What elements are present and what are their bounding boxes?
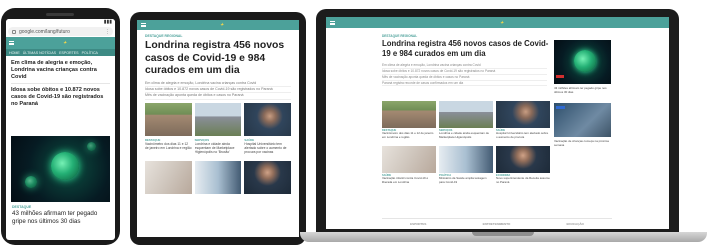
phone-device: ▮▮▮ google.com/lang/futuro ⋮ ✦ Home Últi… [1, 8, 120, 245]
card-title: Londrina e cidade ainda esquentam de Mar… [439, 132, 489, 139]
card-image [439, 146, 493, 173]
site-logo[interactable]: ✦ [500, 20, 504, 26]
main-headline[interactable]: Londrina registra 456 novos casos de Cov… [145, 40, 291, 78]
card-title: Hospital Universitário tem alertado sobr… [496, 132, 549, 139]
laptop-device: ✦ Destaque regional Londrina registra 45… [316, 9, 679, 233]
caption-headline[interactable]: 43 milhões afirmam ter pegado gripe nos … [12, 210, 110, 225]
news-card-grid: Destaque Vacinômetro dos dias 11 e 12 de… [382, 101, 550, 188]
card-image [145, 160, 192, 194]
card-title: Hospital Universitário tem alertado sobr… [244, 141, 287, 155]
card-image [244, 160, 291, 194]
section-link-education[interactable]: Educação [567, 222, 584, 226]
menu-icon[interactable] [141, 23, 146, 27]
menu-icon[interactable] [330, 20, 335, 25]
headline-link[interactable]: Idosa sobe óbitos e 10.872 novos casos d… [11, 87, 110, 107]
laptop-notch [472, 232, 534, 236]
laptop-site-header: ✦ [326, 17, 669, 28]
news-card[interactable]: Serviços Londrina e cidade ainda esquent… [194, 102, 242, 158]
tablet-screen: ✦ Destaque regional Londrina registra 45… [137, 20, 299, 237]
nav-item-latest[interactable]: Últimas notícias [23, 51, 56, 55]
tablet-article: Destaque regional Londrina registra 456 … [137, 30, 299, 194]
site-logo[interactable]: ✦ [63, 40, 67, 46]
news-card[interactable]: Saúde Hospital Universitário tem alertad… [244, 102, 291, 158]
section-link-sports[interactable]: Esportes [410, 222, 426, 226]
card-title: Vacinômetro dos dias 11 e 12 de janeiro … [382, 132, 434, 139]
address-text: google.com/lang/futuro [19, 28, 70, 35]
news-card[interactable]: Saúde Vacinação infantil contra Covid-19… [382, 146, 436, 188]
phone-article-list: Em clima de alegria e emoção, Londrina v… [6, 56, 115, 112]
phone-status-bar: ▮▮▮ [6, 19, 115, 26]
signal-icon: ▮▮▮ [103, 19, 112, 25]
section-links: Esportes Entretenimento Educação [382, 218, 612, 226]
card-title: Ministério da Saúde amplia testagem para… [439, 177, 487, 184]
phone-screen: ▮▮▮ google.com/lang/futuro ⋮ ✦ Home Últi… [6, 19, 115, 240]
virus-particle [25, 176, 37, 188]
card-image [382, 101, 436, 128]
virus-particle [574, 50, 596, 72]
virus-particle [87, 142, 96, 151]
news-card[interactable]: Saúde Hospital Universitário tem alertad… [496, 101, 550, 143]
card-image [145, 102, 192, 136]
virus-image[interactable] [11, 136, 110, 202]
tablet-device: ✦ Destaque regional Londrina registra 45… [130, 12, 306, 245]
news-card[interactable]: Economia Novo superintendente da Receita… [496, 146, 550, 188]
news-card[interactable]: Destaque Vacinômetro dos dias 11 e 12 de… [382, 101, 436, 143]
sidebar-image[interactable] [554, 103, 611, 137]
breaking-badge [556, 75, 564, 78]
card-image [194, 102, 242, 136]
card-image [244, 102, 291, 136]
card-image [496, 146, 550, 173]
card-title: Vacinação infantil contra Covid-19 é lib… [382, 177, 429, 184]
address-bar[interactable]: google.com/lang/futuro ⋮ [8, 27, 113, 36]
virus-particle [51, 152, 79, 180]
related-link[interactable]: Mês de vacinação aponta queda de óbitos … [145, 93, 291, 100]
category-badge [556, 106, 565, 109]
news-card[interactable] [194, 160, 242, 194]
main-headline[interactable]: Londrina registra 456 novos casos de Cov… [382, 39, 550, 60]
laptop-screen: ✦ Destaque regional Londrina registra 45… [326, 17, 669, 229]
divider [11, 83, 110, 85]
related-links: Em clima de alegria e emoção, Londrina v… [145, 81, 291, 100]
news-card[interactable] [244, 160, 291, 194]
nav-item-home[interactable]: Home [9, 51, 20, 55]
news-card[interactable] [145, 160, 192, 194]
news-card[interactable]: Destaque Vacinômetro dos dias 11 e 12 de… [145, 102, 192, 158]
laptop-sidebar: 43 milhões afirmam ter pegado gripe nos … [554, 40, 611, 152]
card-image [382, 146, 436, 173]
tabs-icon[interactable]: ⋮ [105, 29, 110, 35]
category-tag: Destaque regional [145, 34, 183, 38]
news-card[interactable]: Política Ministério da Saúde amplia test… [439, 146, 493, 188]
tablet-site-header: ✦ [137, 20, 299, 30]
sidebar-caption[interactable]: Vacinação de crianças começa na próxima … [554, 139, 611, 152]
news-card-grid: Destaque Vacinômetro dos dias 11 e 12 de… [145, 102, 291, 194]
phone-category-nav: Home Últimas notícias Esportes Política [6, 49, 115, 56]
caption-tag: Destaque [12, 205, 32, 209]
section-link-entertainment[interactable]: Entretenimento [483, 222, 511, 226]
card-image [194, 160, 242, 194]
phone-speaker [46, 13, 74, 16]
news-card[interactable]: Serviços Londrina e cidade ainda esquent… [439, 101, 493, 143]
related-link[interactable]: Paraná registra recorde de casos confirm… [382, 81, 547, 87]
nav-item-sports[interactable]: Esportes [59, 51, 79, 55]
virus-image[interactable] [554, 40, 611, 84]
nav-item-politics[interactable]: Política [82, 51, 98, 55]
card-image [439, 101, 493, 128]
device-mockup-stage: ▮▮▮ google.com/lang/futuro ⋮ ✦ Home Últi… [0, 0, 708, 247]
menu-icon[interactable] [9, 41, 14, 45]
card-image [496, 101, 550, 128]
card-title: Vacinômetro dos dias 11 e 12 de janeiro … [145, 141, 192, 150]
category-tag: Destaque regional [382, 34, 418, 38]
site-logo[interactable]: ✦ [220, 22, 224, 28]
headline-link[interactable]: Em clima de alegria e emoção, Londrina v… [11, 60, 110, 80]
card-title: Londrina e cidade ainda esquentam de Mar… [194, 141, 235, 155]
lock-icon [12, 29, 16, 34]
card-title: Novo superintendente da Receita assume n… [496, 177, 550, 184]
sidebar-caption[interactable]: 43 milhões afirmam ter pegado gripe nos … [554, 86, 611, 99]
phone-site-header: ✦ [6, 37, 115, 49]
